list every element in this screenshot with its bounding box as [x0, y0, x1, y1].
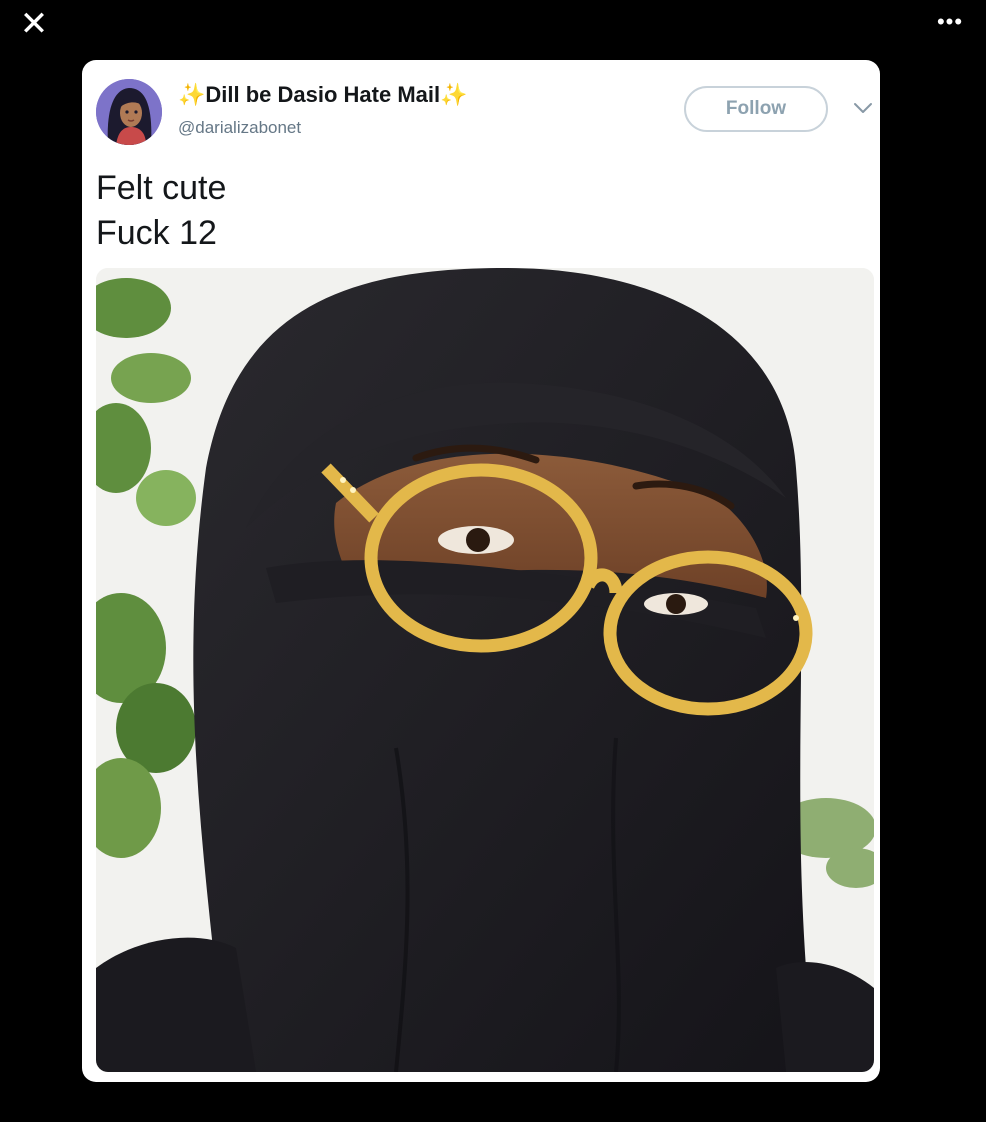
- more-horizontal-icon: •••: [936, 9, 964, 34]
- close-button[interactable]: ✕: [14, 6, 54, 42]
- close-icon: ✕: [19, 5, 49, 43]
- avatar[interactable]: [96, 79, 162, 145]
- tweet-text: Felt cute Fuck 12: [96, 166, 226, 256]
- tweet-card: ✨Dill be Dasio Hate Mail✨ @darializabone…: [82, 60, 880, 1082]
- tweet-photo[interactable]: [96, 268, 874, 1072]
- display-name[interactable]: ✨Dill be Dasio Hate Mail✨: [178, 82, 468, 108]
- follow-button[interactable]: Follow: [684, 86, 828, 132]
- chevron-down-icon[interactable]: [852, 100, 874, 116]
- selfie-photo: [96, 268, 874, 1072]
- user-handle[interactable]: @darializabonet: [178, 118, 301, 138]
- more-options-button[interactable]: •••: [928, 4, 972, 40]
- avatar-illustration: [96, 79, 162, 145]
- tweet-text-line: Fuck 12: [96, 214, 217, 252]
- tweet-text-line: Felt cute: [96, 169, 227, 207]
